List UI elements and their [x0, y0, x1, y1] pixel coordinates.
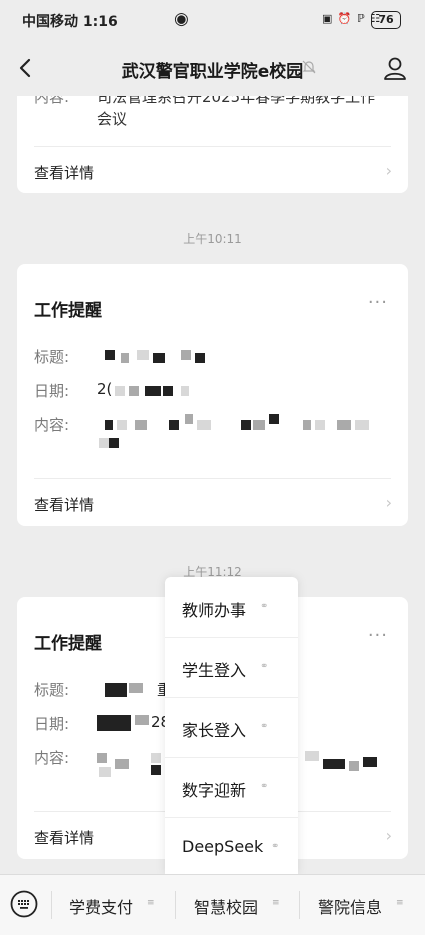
alarm-icon: ⏰: [337, 12, 353, 25]
profile-icon[interactable]: [382, 54, 408, 82]
content-line-1: 司法管理系召开2025年春季学期教学工作: [97, 96, 376, 106]
menu-item-deepseek[interactable]: DeepSeek ⚭: [165, 817, 298, 877]
menu-lines-icon: ≡: [396, 898, 404, 908]
menu-tuition-payment[interactable]: 学费支付 ≡: [52, 875, 174, 935]
battery-indicator: 76: [371, 11, 401, 29]
chevron-right-icon[interactable]: ›: [386, 826, 392, 845]
content-label: 内容:: [34, 96, 70, 106]
card-divider: [34, 146, 391, 147]
menu-item-label: 数字迎新: [182, 781, 247, 800]
card-title: 工作提醒: [34, 301, 102, 321]
link-icon: ⚭: [260, 601, 269, 612]
date-label: 日期:: [34, 715, 70, 733]
link-icon: ⚭: [260, 661, 269, 672]
chevron-right-icon[interactable]: ›: [386, 493, 392, 512]
menu-item-teacher[interactable]: 教师办事 ⚭: [165, 577, 298, 637]
menu-label: 智慧校园: [194, 898, 259, 917]
view-details-link[interactable]: 查看详情: [34, 494, 94, 515]
status-bar: 中国移动 1:16 ◉ ▣ ⏰ ℙ ☷ 76: [0, 0, 425, 40]
page-title: 武汉警官职业学院e校园: [121, 62, 304, 82]
menu-lines-icon: ≡: [147, 898, 155, 908]
timestamp: 上午10:11: [183, 232, 242, 246]
nav-bar: 武汉警官职业学院e校园: [0, 40, 425, 96]
eye-icon: ◉: [174, 9, 189, 29]
mute-bell-icon: [302, 60, 316, 74]
message-card-previous: 内容: 司法管理系召开2025年春季学期教学工作 会议 查看详情 ›: [17, 96, 408, 193]
title-label: 标题:: [34, 681, 70, 699]
menu-item-digital-welcome[interactable]: 数字迎新 ⚭: [165, 757, 298, 817]
link-icon: ⚭: [260, 721, 269, 732]
keyboard-icon[interactable]: [10, 890, 38, 918]
menu-item-label: 教师办事: [182, 601, 247, 620]
menu-label: 警院信息: [318, 898, 383, 917]
link-icon: ⚭: [271, 841, 280, 852]
menu-smart-campus[interactable]: 智慧校园 ≡: [176, 875, 298, 935]
menu-item-parent-login[interactable]: 家长登入 ⚭: [165, 697, 298, 757]
content-label: 内容:: [34, 749, 70, 767]
view-details-link[interactable]: 查看详情: [34, 827, 94, 848]
card-divider: [34, 478, 391, 479]
content-label: 内容:: [34, 416, 70, 434]
bottom-menu-bar: 学费支付 ≡ 智慧校园 ≡ 警院信息 ≡: [0, 874, 425, 935]
more-icon[interactable]: ···: [368, 625, 388, 646]
more-icon[interactable]: ···: [368, 292, 388, 313]
menu-lines-icon: ≡: [272, 898, 280, 908]
title-label: 标题:: [34, 348, 70, 366]
link-icon: ⚭: [260, 781, 269, 792]
date-prefix: 2(: [97, 380, 113, 398]
content-line-2: 会议: [97, 110, 128, 128]
submenu-popup: 教师办事 ⚭ 学生登入 ⚭ 家长登入 ⚭ 数字迎新 ⚭ DeepSeek ⚭: [165, 577, 298, 874]
menu-item-label: 家长登入: [182, 721, 247, 740]
nfc-icon: ▣: [322, 12, 334, 25]
menu-academy-info[interactable]: 警院信息 ≡: [300, 875, 425, 935]
date-label: 日期:: [34, 382, 70, 400]
menu-item-label: DeepSeek: [182, 837, 264, 856]
carrier-time: 中国移动 1:16: [22, 14, 118, 30]
chevron-right-icon[interactable]: ›: [386, 161, 392, 180]
card-title: 工作提醒: [34, 634, 102, 654]
menu-item-label: 学生登入: [182, 661, 247, 680]
menu-item-student-login[interactable]: 学生登入 ⚭: [165, 637, 298, 697]
message-card: 工作提醒 ··· 标题: 日期: 2( 内容: 查看详情 ›: [17, 264, 408, 526]
bluetooth-icon: ℙ: [357, 12, 366, 25]
view-details-link[interactable]: 查看详情: [34, 162, 94, 183]
menu-label: 学费支付: [69, 898, 134, 917]
